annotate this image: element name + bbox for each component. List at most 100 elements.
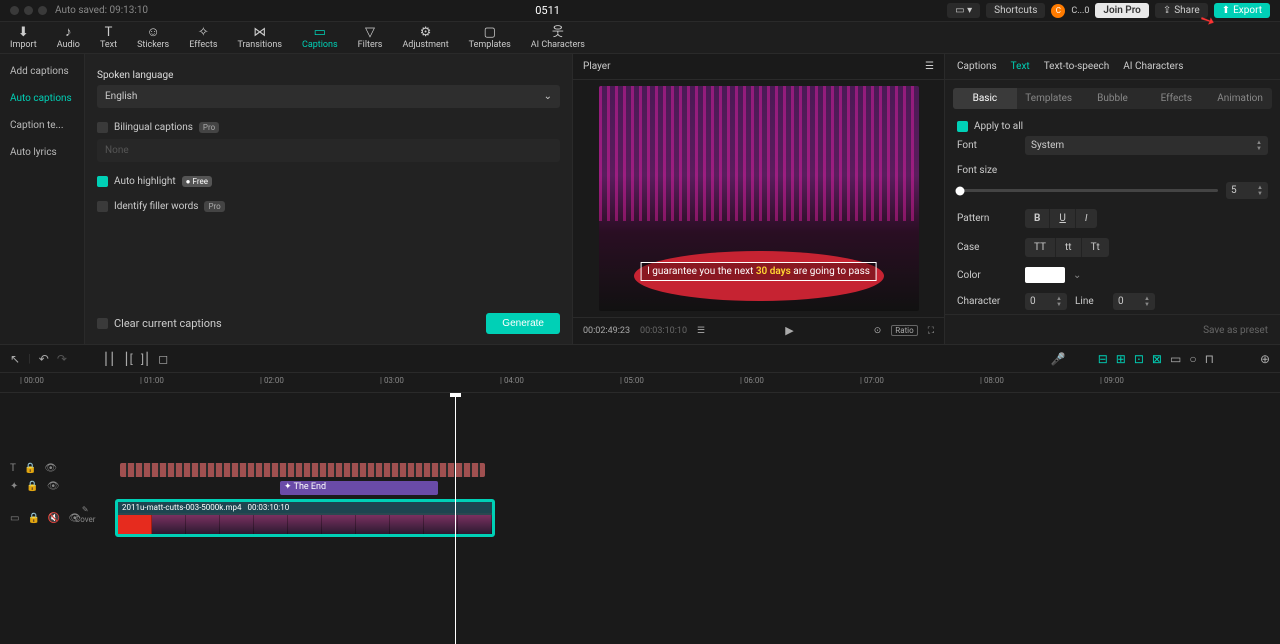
tool-tab-stickers[interactable]: ☺Stickers bbox=[127, 22, 179, 53]
sub-tab[interactable]: Bubble bbox=[1081, 88, 1145, 109]
bold-button[interactable]: B bbox=[1025, 209, 1050, 228]
mic-icon[interactable]: 🎤 bbox=[1051, 352, 1066, 366]
pointer-tool[interactable]: ↖ bbox=[10, 352, 20, 366]
tl-tool-2[interactable]: ⊞ bbox=[1116, 352, 1126, 366]
redo-button[interactable]: ↷ bbox=[57, 352, 67, 366]
effect-clip[interactable]: ✦ The End bbox=[280, 481, 438, 495]
caption-track-controls[interactable]: T 🔒 👁 bbox=[10, 463, 57, 474]
sub-tab[interactable]: Animation bbox=[1208, 88, 1272, 109]
prop-tab[interactable]: Text bbox=[1011, 61, 1030, 72]
aspect-dropdown[interactable]: ▭ ▾ bbox=[947, 3, 980, 18]
auto-highlight-checkbox[interactable] bbox=[97, 176, 108, 187]
tool-tab-ai characters[interactable]: 웃AI Characters bbox=[521, 22, 595, 53]
tool-tab-text[interactable]: TText bbox=[90, 22, 127, 53]
player-menu-icon[interactable]: ☰ bbox=[925, 61, 934, 72]
circle-icon[interactable]: ○ bbox=[1189, 352, 1196, 366]
video-clip[interactable]: 2011u-matt-cutts-003-5000k.mp400:03:10:1… bbox=[115, 499, 495, 537]
tool-tab-import[interactable]: ⬇Import bbox=[0, 22, 47, 53]
prop-tab[interactable]: AI Characters bbox=[1123, 61, 1183, 72]
free-badge: ● Free bbox=[182, 176, 212, 187]
lowercase-button[interactable]: tt bbox=[1056, 238, 1082, 257]
sidebar-item[interactable]: Auto captions bbox=[0, 85, 84, 112]
tl-tool-4[interactable]: ⊠ bbox=[1152, 352, 1162, 366]
sidebar-item[interactable]: Add captions bbox=[0, 58, 84, 85]
ruler-tick: | 03:00 bbox=[380, 376, 404, 385]
color-swatch[interactable] bbox=[1025, 267, 1065, 283]
prop-tab[interactable]: Captions bbox=[957, 61, 997, 72]
ruler-tick: | 01:00 bbox=[140, 376, 164, 385]
ruler-tick: | 06:00 bbox=[740, 376, 764, 385]
bilingual-checkbox[interactable] bbox=[97, 122, 108, 133]
tool-tab-filters[interactable]: ▽Filters bbox=[348, 22, 393, 53]
sub-tab[interactable]: Basic bbox=[953, 88, 1017, 109]
split-left-button[interactable]: ⎮[ bbox=[123, 352, 132, 366]
fullscreen-icon[interactable]: ⛶ bbox=[928, 326, 934, 336]
character-value[interactable]: 0▲▼ bbox=[1025, 293, 1067, 310]
play-button[interactable]: ▶ bbox=[785, 324, 793, 337]
chevron-down-icon: ⌄ bbox=[544, 91, 552, 102]
filler-checkbox[interactable] bbox=[97, 201, 108, 212]
tool-tab-effects[interactable]: ✧Effects bbox=[179, 22, 227, 53]
list-icon[interactable]: ☰ bbox=[697, 326, 705, 336]
zoom-fit-icon[interactable]: ⊕ bbox=[1260, 352, 1270, 366]
target-icon[interactable]: ⊙ bbox=[874, 326, 882, 336]
video-track-controls[interactable]: ▭ 🔒 🔇 👁 bbox=[10, 513, 81, 524]
caption-track[interactable] bbox=[120, 463, 485, 477]
caption-overlay[interactable]: I guarantee you the next 30 days are goi… bbox=[640, 262, 877, 281]
clear-captions-label: Clear current captions bbox=[114, 317, 222, 330]
tool-tab-captions[interactable]: ▭Captions bbox=[292, 22, 348, 53]
underline-button[interactable]: U bbox=[1050, 209, 1075, 228]
font-select[interactable]: System▲▼ bbox=[1025, 136, 1268, 155]
save-preset-button[interactable]: Save as preset bbox=[1203, 325, 1268, 336]
language-select[interactable]: English⌄ bbox=[97, 85, 560, 108]
screen-icon[interactable]: ▭ bbox=[1170, 352, 1181, 366]
chevron-down-icon[interactable]: ⌄ bbox=[1073, 270, 1081, 281]
titlecase-button[interactable]: Tt bbox=[1082, 238, 1109, 257]
shortcuts-button[interactable]: Shortcuts bbox=[986, 3, 1045, 18]
split-right-button[interactable]: ]⎮ bbox=[141, 352, 150, 366]
bilingual-lang-disabled: None bbox=[97, 139, 560, 162]
ruler-tick: | 07:00 bbox=[860, 376, 884, 385]
video-preview[interactable]: I guarantee you the next 30 days are goi… bbox=[599, 86, 919, 311]
generate-button[interactable]: Generate bbox=[486, 313, 560, 334]
crop-button[interactable]: ◻ bbox=[158, 352, 168, 366]
avatar[interactable]: C bbox=[1051, 4, 1065, 18]
tl-tool-1[interactable]: ⊟ bbox=[1098, 352, 1108, 366]
cover-button[interactable]: ✎Cover bbox=[75, 505, 96, 524]
ratio-button[interactable]: Ratio bbox=[891, 325, 917, 336]
sidebar-item[interactable]: Caption te... bbox=[0, 112, 84, 139]
undo-button[interactable]: ↶ bbox=[39, 352, 49, 366]
project-title: 0511 bbox=[535, 4, 560, 17]
autosave-status: Auto saved: 09:13:10 bbox=[55, 5, 148, 16]
sub-tab[interactable]: Templates bbox=[1017, 88, 1081, 109]
tool-tab-templates[interactable]: ▢Templates bbox=[459, 22, 521, 53]
prop-tab[interactable]: Text-to-speech bbox=[1044, 61, 1110, 72]
uppercase-button[interactable]: TT bbox=[1025, 238, 1056, 257]
fontsize-value[interactable]: 5▲▼ bbox=[1226, 182, 1268, 199]
playhead[interactable] bbox=[455, 393, 456, 644]
fontsize-label: Font size bbox=[957, 165, 1268, 176]
color-label: Color bbox=[957, 270, 1017, 281]
ruler-tick: | 05:00 bbox=[620, 376, 644, 385]
user-name: C...0 bbox=[1071, 6, 1089, 16]
magnet-icon[interactable]: ⊓ bbox=[1205, 352, 1214, 366]
join-pro-button[interactable]: Join Pro bbox=[1095, 3, 1148, 18]
tl-tool-3[interactable]: ⊡ bbox=[1134, 352, 1144, 366]
tool-tab-audio[interactable]: ♪Audio bbox=[47, 22, 90, 53]
ruler-tick: | 08:00 bbox=[980, 376, 1004, 385]
pro-badge-2: Pro bbox=[204, 201, 224, 212]
tool-tab-adjustment[interactable]: ⚙Adjustment bbox=[392, 22, 458, 53]
window-traffic-lights[interactable] bbox=[10, 6, 47, 15]
split-button[interactable]: ⎮⎮ bbox=[103, 352, 116, 366]
player-title: Player bbox=[583, 61, 610, 72]
sub-tab[interactable]: Effects bbox=[1144, 88, 1208, 109]
italic-button[interactable]: I bbox=[1076, 209, 1097, 228]
tool-tab-transitions[interactable]: ⋈Transitions bbox=[227, 22, 292, 53]
export-button[interactable]: ⬆ Export bbox=[1214, 3, 1270, 18]
apply-all-checkbox[interactable] bbox=[957, 121, 968, 132]
fontsize-slider[interactable] bbox=[957, 189, 1218, 192]
clear-captions-checkbox[interactable] bbox=[97, 318, 108, 329]
fx-track-controls[interactable]: ✦ 🔒 👁 bbox=[10, 481, 60, 492]
line-value[interactable]: 0▲▼ bbox=[1113, 293, 1155, 310]
sidebar-item[interactable]: Auto lyrics bbox=[0, 139, 84, 166]
